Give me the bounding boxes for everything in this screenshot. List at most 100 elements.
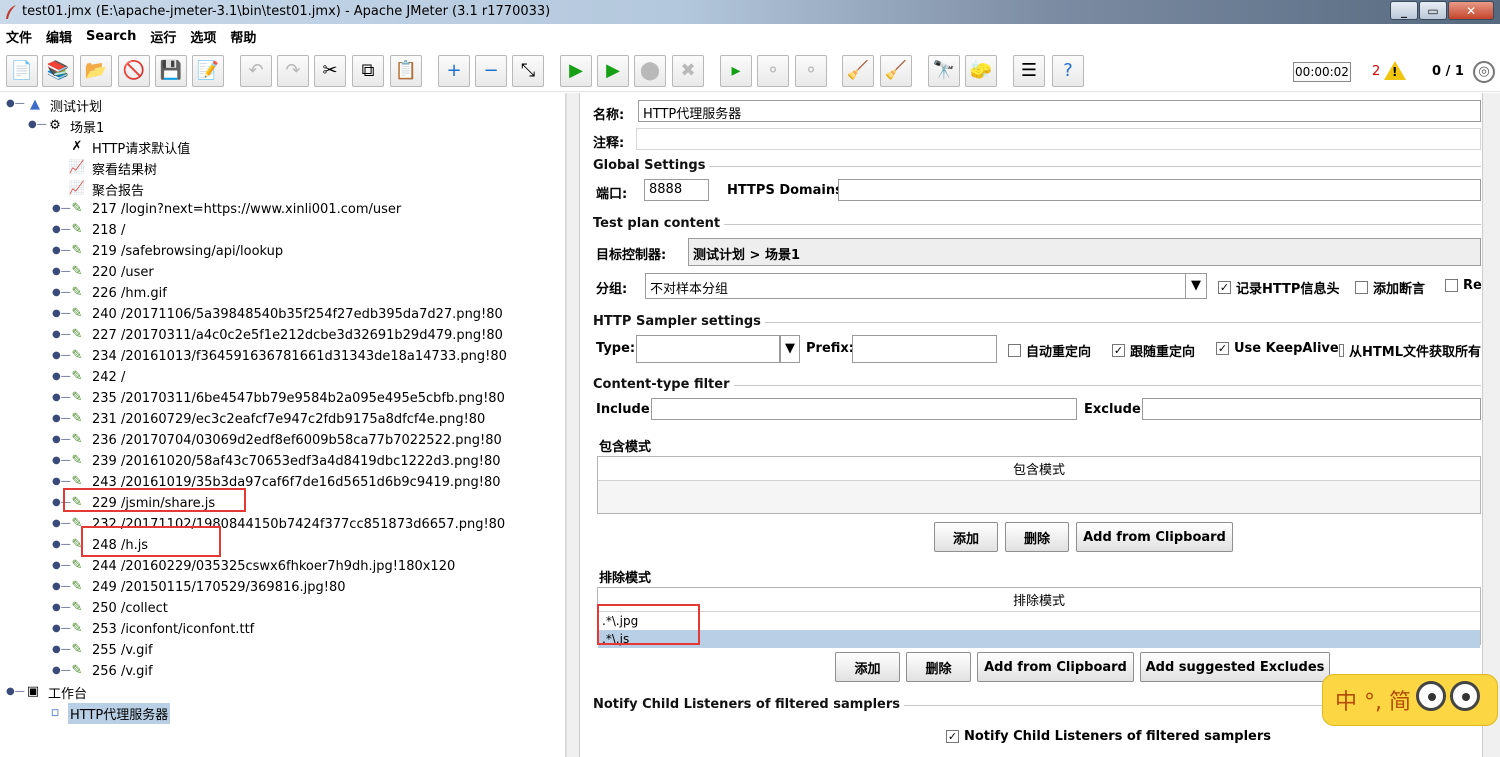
redo-icon[interactable]: ↷ <box>277 55 309 87</box>
tree-node-sampler[interactable]: ✎ 250 /collect <box>68 598 170 618</box>
tree-node-sampler[interactable]: ✎ 255 /v.gif <box>68 640 155 660</box>
function-helper-icon[interactable]: ☰ <box>1013 55 1045 87</box>
grouping-select[interactable]: 不对样本分组 <box>645 273 1205 299</box>
undo-icon[interactable]: ↶ <box>240 55 272 87</box>
menu-help[interactable]: 帮助 <box>230 27 256 46</box>
tree-node-sampler[interactable]: ✎ 244 /20160229/035325cswx6fhkoer7h9dh.jp… <box>68 556 457 576</box>
tree-node-sampler[interactable]: ✎ 227 /20170311/a4c0c2e5f1e212dcbe3d32691… <box>68 325 505 345</box>
close-file-icon[interactable]: 🚫 <box>118 55 150 87</box>
shutdown-icon[interactable]: ✖ <box>672 55 704 87</box>
include-patterns-table[interactable]: 包含模式 <box>597 456 1481 514</box>
open-icon[interactable]: 📂 <box>80 55 112 87</box>
save-icon[interactable]: 💾 <box>155 55 187 87</box>
start-icon[interactable]: ▶ <box>560 55 592 87</box>
stop-icon[interactable]: ⬤ <box>634 55 666 87</box>
include-delete-button[interactable]: 删除 <box>1005 522 1069 552</box>
maximize-button[interactable]: ▭ <box>1419 1 1447 20</box>
exclude-clipboard-button[interactable]: Add from Clipboard <box>977 652 1134 682</box>
keepalive-checkbox[interactable]: ✓ Use KeepAlive <box>1216 341 1339 356</box>
expand-toggle-icon[interactable]: ●— <box>6 98 25 109</box>
help-icon[interactable]: ? <box>1052 55 1084 87</box>
cut-icon[interactable]: ✂ <box>314 55 346 87</box>
include-clipboard-button[interactable]: Add from Clipboard <box>1076 522 1233 552</box>
comment-field[interactable] <box>636 128 1481 150</box>
auto-redirect-checkbox[interactable]: 自动重定向 <box>1008 341 1091 360</box>
tree-node-sampler[interactable]: ✎ 239 /20161020/58af43c70653edf3a4d8419db… <box>68 451 503 471</box>
tree-node-sampler[interactable]: ✎ 256 /v.gif <box>68 661 155 681</box>
menu-run[interactable]: 运行 <box>150 27 176 46</box>
add-assertions-checkbox[interactable]: 添加断言 <box>1355 278 1425 297</box>
tree-node-sampler[interactable]: ✎ 229 /jsmin/share.js <box>68 493 217 513</box>
reset-search-icon[interactable]: 🧽 <box>965 55 997 87</box>
chevron-down-icon[interactable]: ▼ <box>1185 273 1207 299</box>
tree-node-view-results[interactable]: 📈 察看结果树 <box>68 158 159 178</box>
exclude-delete-button[interactable]: 删除 <box>906 652 971 682</box>
include-field[interactable] <box>651 398 1077 420</box>
search-binoculars-icon[interactable]: 🔭 <box>928 55 960 87</box>
https-domains-field[interactable] <box>838 179 1481 201</box>
vertical-scrollbar[interactable] <box>1482 93 1500 757</box>
retrieve-embedded-checkbox[interactable]: 从HTML文件获取所有 <box>1339 341 1481 360</box>
tree-node-sampler[interactable]: ✎ 235 /20170311/6be4547bb79e9584b2a095e49… <box>68 388 507 408</box>
tree-node-test-plan[interactable]: ▲ 测试计划 <box>26 95 104 115</box>
record-headers-checkbox[interactable]: ✓ 记录HTTP信息头 <box>1218 278 1339 297</box>
close-button[interactable]: ✕ <box>1448 1 1494 20</box>
menu-file[interactable]: 文件 <box>6 27 32 46</box>
tree-node-http-defaults[interactable]: ✗ HTTP请求默认值 <box>68 137 192 157</box>
minimize-button[interactable]: _ <box>1390 1 1418 20</box>
tree-node-sampler[interactable]: ✎ 236 /20170704/03069d2edf8ef6009b58ca77b… <box>68 430 504 450</box>
tree-node-thread-group[interactable]: ⚙ 场景1 <box>46 116 106 136</box>
menu-search[interactable]: Search <box>86 29 136 44</box>
prefix-field[interactable] <box>852 335 997 363</box>
tree-node-sampler[interactable]: ✎ 242 / <box>68 367 127 387</box>
add-suggested-excludes-button[interactable]: Add suggested Excludes <box>1140 652 1330 682</box>
remote-start-icon[interactable]: ▸ <box>720 55 752 87</box>
exclude-patterns-table[interactable]: 排除模式 .*\.jpg .*\.js <box>597 587 1481 648</box>
warning-icon[interactable]: ! <box>1384 61 1406 80</box>
remote-stop-icon[interactable]: ⚬ <box>757 55 789 87</box>
remote-exit-icon[interactable]: ⚬ <box>795 55 827 87</box>
tree-node-workbench[interactable]: ▣ 工作台 <box>24 682 89 702</box>
tree-node-sampler[interactable]: ✎ 220 /user <box>68 262 156 282</box>
toggle-icon[interactable]: ⤡ <box>512 55 544 87</box>
tree-node-sampler[interactable]: ✎ 240 /20171106/5a39848540b35f254f27edb39… <box>68 304 505 324</box>
tree-node-sampler[interactable]: ✎ 217 /login?next=https://www.xinli001.co… <box>68 199 403 219</box>
regex-matching-checkbox[interactable]: Re <box>1445 278 1482 293</box>
table-row[interactable]: .*\.js <box>598 630 1480 648</box>
save-as-icon[interactable]: 📝 <box>192 55 224 87</box>
follow-redirects-checkbox[interactable]: ✓ 跟随重定向 <box>1112 341 1195 360</box>
tree-node-sampler[interactable]: ✎ 226 /hm.gif <box>68 283 169 303</box>
tree-node-sampler[interactable]: ✎ 253 /iconfont/iconfont.ttf <box>68 619 256 639</box>
tree-node-sampler[interactable]: ✎ 234 /20161013/f364591636781661d31343de1… <box>68 346 509 366</box>
chevron-down-icon[interactable]: ▼ <box>780 335 800 363</box>
tree-node-aggregate-report[interactable]: 📈 聚合报告 <box>68 179 146 199</box>
expand-icon[interactable]: + <box>438 55 470 87</box>
collapse-icon[interactable]: − <box>475 55 507 87</box>
notify-listeners-checkbox[interactable]: ✓ Notify Child Listeners of filtered samp… <box>946 729 1271 744</box>
menu-edit[interactable]: 编辑 <box>46 27 72 46</box>
tree-node-proxy-server[interactable]: ▫ HTTP代理服务器 <box>46 702 171 724</box>
menu-options[interactable]: 选项 <box>190 27 216 46</box>
tree-node-sampler[interactable]: ✎ 248 /h.js <box>68 535 150 555</box>
copy-icon[interactable]: ⧉ <box>352 55 384 87</box>
tree-node-sampler[interactable]: ✎ 232 /20171102/1980844150b7424f377cc8518… <box>68 514 507 534</box>
clear-all-icon[interactable]: 🧹 <box>880 55 912 87</box>
expand-toggle-icon[interactable]: ●— <box>6 686 25 697</box>
target-controller-select[interactable]: 测试计划 > 场景1 <box>688 238 1481 266</box>
table-row[interactable]: .*\.jpg <box>598 612 1480 630</box>
name-field[interactable]: HTTP代理服务器 <box>638 100 1481 122</box>
tree-node-sampler[interactable]: ✎ 231 /20160729/ec3c2eafcf7e947c2fdb9175a… <box>68 409 487 429</box>
new-icon[interactable]: 📄 <box>6 55 38 87</box>
type-select[interactable] <box>636 335 780 363</box>
tree-node-sampler[interactable]: ✎ 218 / <box>68 220 127 240</box>
include-add-button[interactable]: 添加 <box>934 522 998 552</box>
port-field[interactable]: 8888 <box>644 179 709 201</box>
tree-node-sampler[interactable]: ✎ 219 /safebrowsing/api/lookup <box>68 241 285 261</box>
split-pane-divider[interactable] <box>566 93 580 757</box>
exclude-add-button[interactable]: 添加 <box>835 652 900 682</box>
clear-icon[interactable]: 🧹 <box>842 55 874 87</box>
tree-node-sampler[interactable]: ✎ 243 /20161019/35b3da97caf6f7de16d5651d6… <box>68 472 503 492</box>
exclude-field[interactable] <box>1142 398 1481 420</box>
paste-icon[interactable]: 📋 <box>390 55 422 87</box>
start-no-pauses-icon[interactable]: ▶ <box>597 55 629 87</box>
